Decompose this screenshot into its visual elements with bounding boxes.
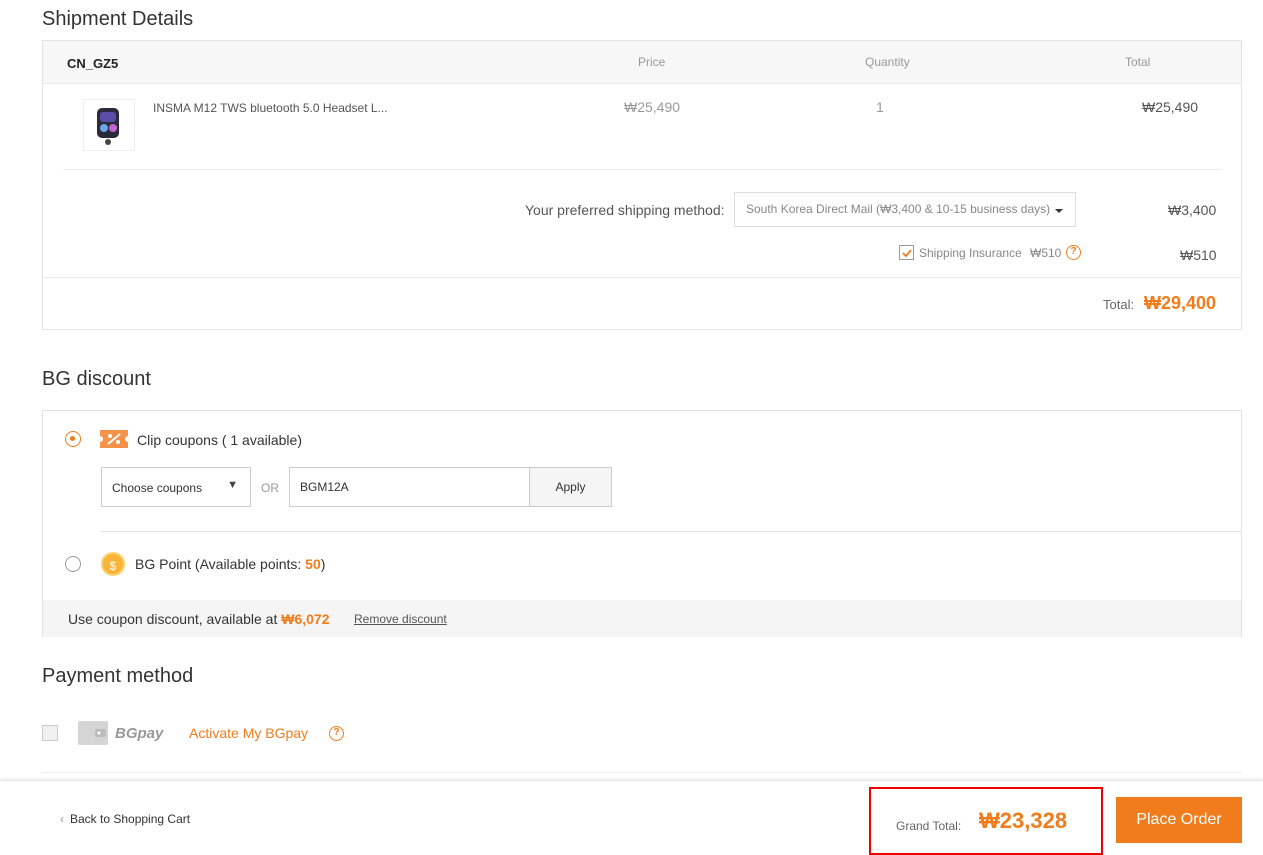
column-quantity: Quantity [865, 55, 910, 69]
discount-title: BG discount [42, 368, 151, 390]
shipment-header: CN_GZ5 Price Quantity Total [43, 41, 1241, 84]
grand-total-box: Grand Total: ₩23,328 [869, 787, 1103, 855]
shipping-method-select[interactable]: South Korea Direct Mail (₩3,400 & 10-15 … [734, 192, 1076, 227]
shipment-title: Shipment Details [42, 8, 194, 30]
product-image[interactable] [83, 99, 135, 151]
coupon-radio[interactable] [65, 431, 81, 447]
column-price: Price [638, 55, 666, 69]
grand-total-label: Grand Total: [896, 819, 962, 833]
shipping-method-value: South Korea Direct Mail (₩3,400 & 10-15 … [746, 202, 1051, 216]
shipping-insurance-label[interactable]: Shipping Insurance [919, 246, 1022, 260]
triangle-down-icon: ▼ [227, 479, 238, 491]
product-price: ₩25,490 [624, 99, 681, 115]
payment-title: Payment method [42, 665, 194, 687]
remove-discount-link[interactable]: Remove discount [354, 612, 447, 626]
shipping-insurance-checkbox[interactable] [899, 245, 914, 260]
coupon-icon [97, 430, 131, 448]
choose-coupons-value: Choose coupons [112, 481, 203, 495]
product-quantity: 1 [876, 99, 884, 115]
discount-summary-bar: Use coupon discount, available at ₩6,072… [43, 600, 1241, 637]
discount-panel: Clip coupons ( 1 available) Choose coupo… [42, 410, 1242, 637]
help-icon[interactable]: ? [1066, 245, 1081, 260]
bgpay-logo: BGpay [115, 725, 164, 742]
insurance-cost: ₩510 [1180, 247, 1217, 263]
coupon-discount-text: Use coupon discount, available at ₩6,072 [68, 611, 330, 627]
divider [43, 277, 1241, 278]
warehouse-code: CN_GZ5 [67, 56, 119, 71]
divider [63, 169, 1221, 170]
coin-icon: $ [101, 552, 125, 576]
chevron-left-icon: ‹ [60, 812, 64, 826]
shipping-insurance-price: ₩510 [1030, 246, 1062, 260]
caret-down-icon [1055, 209, 1063, 213]
shipping-cost: ₩3,400 [1168, 202, 1217, 218]
bgpay-checkbox[interactable] [42, 725, 58, 741]
product-total: ₩25,490 [1142, 99, 1199, 115]
coupon-discount-value: ₩6,072 [281, 611, 330, 627]
choose-coupons-select[interactable]: Choose coupons ▼ [101, 467, 251, 507]
help-icon[interactable]: ? [329, 726, 344, 741]
back-to-cart-link[interactable]: ‹ Back to Shopping Cart [60, 812, 190, 826]
wallet-icon [78, 721, 108, 745]
bg-points-value: 50 [305, 556, 321, 572]
column-total: Total [1125, 55, 1151, 69]
activate-bgpay-link[interactable]: Activate My BGpay [189, 725, 308, 741]
or-label: OR [261, 481, 279, 495]
checkmark-icon [902, 249, 912, 258]
shipment-panel: CN_GZ5 Price Quantity Total INSMA M12 TW… [42, 40, 1242, 330]
back-to-cart-label: Back to Shopping Cart [70, 812, 191, 826]
grand-total-value: ₩23,328 [979, 808, 1068, 833]
bg-point-radio[interactable] [65, 556, 81, 572]
clip-coupons-label: Clip coupons ( 1 available) [137, 432, 302, 448]
checkout-bar: ‹ Back to Shopping Cart Grand Total: ₩23,… [0, 780, 1263, 855]
shipment-total-value: ₩29,400 [1144, 293, 1217, 313]
bg-point-label: BG Point (Available points: 50) [135, 556, 326, 572]
divider [42, 772, 1242, 773]
apply-button[interactable]: Apply [529, 467, 612, 507]
place-order-button[interactable]: Place Order [1116, 797, 1242, 843]
coupon-code-input[interactable] [289, 467, 530, 507]
shipment-total-label: Total: [1103, 297, 1135, 312]
shipping-method-label: Your preferred shipping method: [525, 202, 725, 218]
product-name[interactable]: INSMA M12 TWS bluetooth 5.0 Headset L... [153, 101, 388, 115]
divider [101, 531, 1241, 532]
